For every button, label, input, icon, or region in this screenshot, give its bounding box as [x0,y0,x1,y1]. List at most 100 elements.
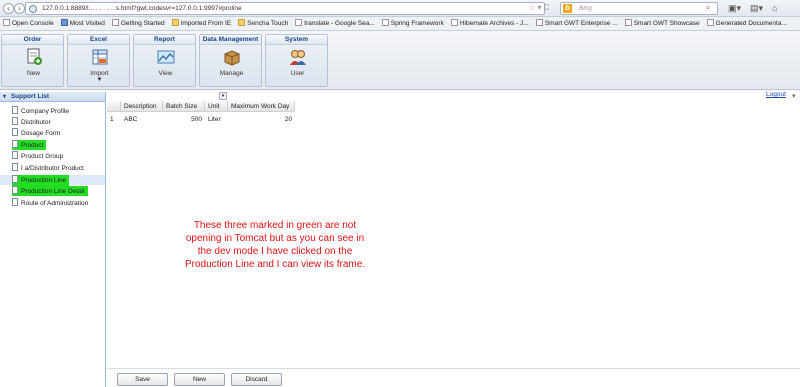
filter-icon[interactable]: ▾ [792,92,796,100]
bookmark-label: Spring Framework [390,20,444,27]
sidebar-item[interactable]: Distributor [12,117,54,127]
sidebar-item[interactable]: Company Profile [12,106,72,116]
bookmark-item[interactable]: Spring Framework [379,17,448,30]
column-header-description[interactable]: Description [121,101,163,112]
sidebar-item[interactable]: Product [12,140,47,150]
order-new-button[interactable]: New [20,48,47,77]
excel-import-button[interactable]: Import ▼ [86,48,113,83]
url-text: 127.0.0.1:8889/l... . . . . . .s.html?gw… [42,5,242,12]
support-list-header[interactable]: ▾ Support List [0,92,105,102]
group-title-system: System [266,35,327,45]
sidebar-item-label: Company Profile [21,108,70,115]
bookmark-item[interactable]: Smart GWT Showcase [622,17,704,30]
screen-icon[interactable]: ▣▾ [728,3,741,14]
users-icon [289,50,306,65]
bookmarks-menu-icon[interactable]: ▤▾ [750,3,763,14]
excel-group: Excel Import ▼ [67,34,130,87]
unit-cell: Liter [208,116,221,123]
browser-url-bar: ‹ › 127.0.0.1:8889/l... . . . . . .s.htm… [0,0,800,17]
new-button[interactable]: New [174,373,225,386]
new-order-icon [27,48,42,65]
report-group: Report View [133,34,196,87]
discard-button[interactable]: Discard [231,373,282,386]
document-icon [12,163,18,171]
page-icon [624,19,632,26]
star-icon [60,19,68,26]
report-view-button[interactable]: View [152,48,179,77]
sidebar-item[interactable]: Production Line Detail [12,186,88,196]
document-icon [12,117,18,125]
column-menu-button[interactable]: ▾ [219,92,227,100]
page-icon [295,19,303,26]
grid-header: Description Batch Size Unit Maximum Work… [107,101,295,112]
page-icon [450,19,458,26]
bookmark-star-icon[interactable]: ☆ ▾ C [528,3,549,12]
sidebar-item[interactable]: I a/Distributor Product [12,163,87,173]
bookmark-item[interactable]: Imported From IE [169,17,236,30]
bookmark-item[interactable]: Hibernate Archives - J... [448,17,533,30]
bookmark-item[interactable]: Open Console [0,17,58,30]
sidebar-item[interactable]: Route of Administration [12,198,91,208]
search-icon[interactable]: ⌕ [706,3,710,13]
group-title-excel: Excel [68,35,129,45]
report-view-label: View [158,70,173,77]
manage-label: Manage [219,70,244,77]
column-header-unit[interactable]: Unit [205,101,228,112]
page-icon [381,19,389,26]
sidebar-item[interactable]: Production Line [0,175,105,186]
row-number-header [107,101,121,112]
column-header-max-work-day[interactable]: Maximum Work Day [228,101,295,112]
support-list-title: Support List [10,93,50,100]
sidebar-item-label: Product Group [21,153,64,160]
user-button[interactable]: User [284,48,311,77]
column-header-batch-size[interactable]: Batch Size [163,101,205,112]
action-bar: Save New Discard [107,368,800,387]
bookmark-label: Imported From IE [180,20,232,27]
manage-button[interactable]: Manage [218,48,245,77]
bookmark-label: Getting Started [120,20,165,27]
annotation-text: These three marked in green are not open… [184,220,366,270]
bing-icon: b [563,4,572,13]
search-placeholder: Bing [579,5,593,12]
folder-icon [238,19,246,26]
page-icon [111,19,119,26]
save-button[interactable]: Save [117,373,168,386]
bookmark-item[interactable]: translate - Google Sea... [292,17,378,30]
system-group: System User [265,34,328,87]
bookmark-label: Hibernate Archives - J... [459,20,529,27]
sidebar-item-label: Distributor [21,119,51,126]
excel-import-icon [92,49,107,65]
bookmark-label: Generated Documenta... [715,20,787,27]
batch-size-cell: 500 [191,116,202,123]
back-button[interactable]: ‹ [3,3,14,14]
document-icon [12,151,18,159]
sidebar-item[interactable]: Product Group [12,151,66,161]
sidebar-item-label: Product [21,142,44,149]
bookmark-item[interactable]: Getting Started [109,17,169,30]
sidebar-item[interactable]: Dosage Form [12,128,63,138]
sidebar-item-label: Route of Administration [21,200,89,207]
document-icon [12,140,18,148]
collapse-icon[interactable]: ▾ [3,92,9,102]
bookmark-label: Smart GWT Enterprise ... [544,20,618,27]
page-icon [3,19,10,26]
home-icon[interactable]: ⌂ [772,3,777,13]
bookmark-item[interactable]: Most Visited [58,17,109,30]
chevron-down-icon[interactable]: ▼ [86,77,113,83]
page-icon [535,19,543,26]
forward-button[interactable]: › [14,3,25,14]
bookmark-item[interactable]: Sencha Touch [235,17,292,30]
document-icon [12,106,18,114]
bookmark-label: Open Console [12,20,54,27]
bookmark-item[interactable]: Smart GWT Enterprise ... [533,17,622,30]
description-cell: ABC [124,116,138,123]
group-title-order: Order [2,35,63,45]
bookmark-item[interactable]: Generated Documenta... [704,17,791,30]
sidebar-item-label: Production Line [21,177,67,184]
sidebar-item-label: Production Line Detail [21,188,85,195]
search-input[interactable]: b Bing [560,2,718,15]
table-row[interactable]: 1 ABC 500 Liter 20 [107,115,295,125]
address-input[interactable]: 127.0.0.1:8889/l... . . . . . .s.html?gw… [25,2,545,15]
document-icon [12,128,18,136]
excel-import-label: Import [90,70,109,77]
